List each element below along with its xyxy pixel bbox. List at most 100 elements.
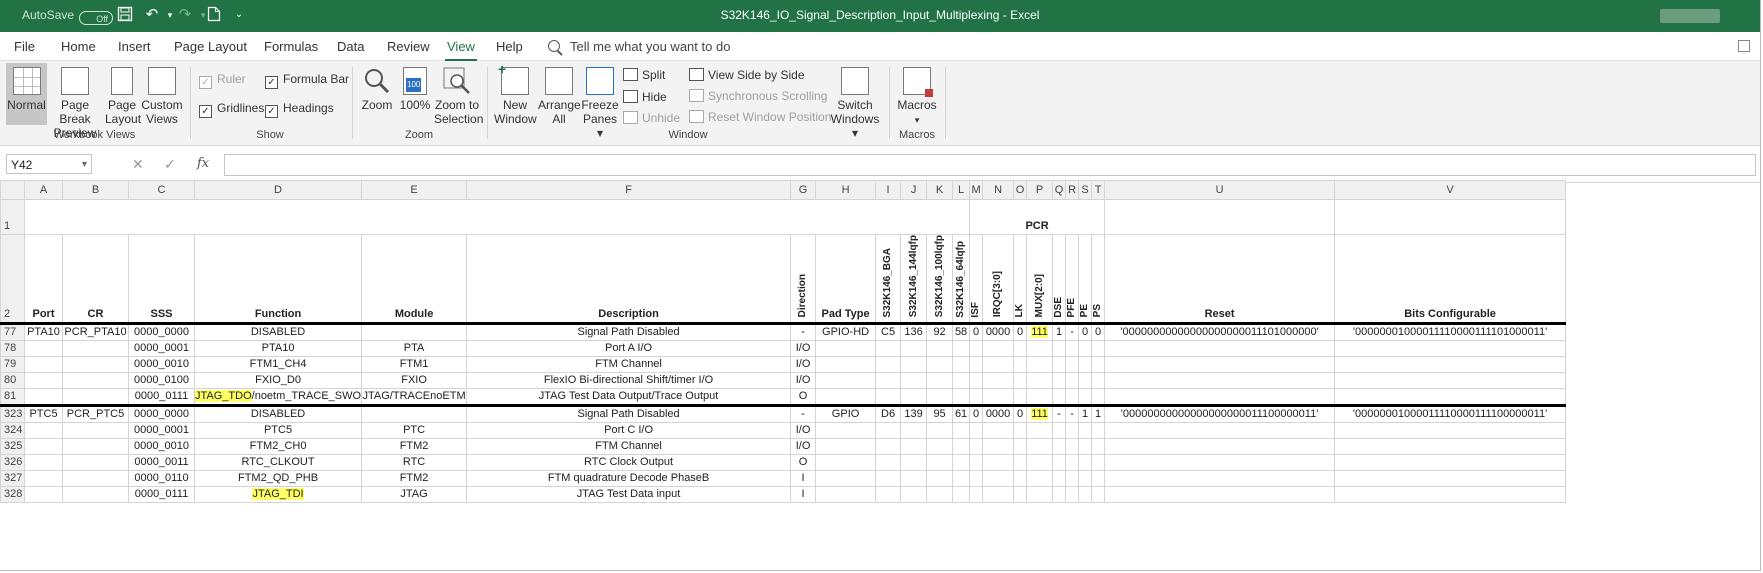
ps-cell[interactable] bbox=[1091, 438, 1106, 456]
column-header[interactable]: B bbox=[62, 180, 129, 200]
ps-cell[interactable]: 1 bbox=[1091, 405, 1106, 424]
pfe-cell[interactable] bbox=[1065, 454, 1080, 472]
header-isf[interactable]: ISF bbox=[969, 233, 984, 326]
sss-cell[interactable]: 0000_0001 bbox=[128, 422, 195, 440]
irqc-cell[interactable]: 0000 bbox=[982, 323, 1015, 342]
header-ps[interactable]: PS bbox=[1091, 233, 1106, 326]
zoom-100-button[interactable]: 100 100% bbox=[398, 63, 432, 112]
lqfp144-cell[interactable] bbox=[900, 438, 928, 456]
headings-checkbox[interactable]: ✓ Headings bbox=[265, 101, 334, 118]
ps-cell[interactable] bbox=[1091, 470, 1106, 488]
function-cell[interactable]: JTAG_TDO/noetm_TRACE_SWO bbox=[193, 388, 363, 408]
lqfp144-cell[interactable] bbox=[900, 470, 928, 488]
row-header[interactable]: 327 bbox=[0, 470, 25, 488]
port-cell[interactable]: PTC5 bbox=[24, 405, 63, 424]
pad-type-cell[interactable] bbox=[815, 438, 877, 456]
view-side-by-side-button[interactable]: View Side by Side bbox=[689, 68, 805, 82]
column-header[interactable]: C bbox=[128, 180, 195, 200]
column-header[interactable]: R bbox=[1065, 180, 1080, 200]
column-header[interactable]: Q bbox=[1052, 180, 1067, 200]
description-cell[interactable]: FTM quadrature Decode PhaseB bbox=[466, 470, 792, 488]
row-header[interactable]: 79 bbox=[0, 356, 25, 374]
header-100lqfp[interactable]: S32K146_100lqfp bbox=[926, 233, 954, 326]
formula-input[interactable] bbox=[224, 154, 1756, 176]
pe-cell[interactable] bbox=[1078, 438, 1093, 456]
isf-cell[interactable] bbox=[969, 486, 984, 504]
direction-cell[interactable]: - bbox=[790, 405, 817, 424]
ps-cell[interactable] bbox=[1091, 486, 1106, 504]
column-header[interactable]: M bbox=[969, 180, 984, 200]
pe-cell[interactable] bbox=[1078, 388, 1093, 408]
tab-help[interactable]: Help bbox=[496, 39, 523, 54]
bits-configurable-cell[interactable] bbox=[1334, 422, 1567, 440]
description-cell[interactable]: Port A I/O bbox=[466, 340, 792, 358]
irqc-cell[interactable] bbox=[982, 486, 1015, 504]
module-cell[interactable] bbox=[361, 323, 468, 342]
port-cell[interactable] bbox=[24, 422, 63, 440]
pfe-cell[interactable] bbox=[1065, 372, 1080, 390]
pad-type-cell[interactable] bbox=[815, 356, 877, 374]
pe-cell[interactable] bbox=[1078, 470, 1093, 488]
irqc-cell[interactable] bbox=[982, 356, 1015, 374]
formula-bar-checkbox[interactable]: ✓ Formula Bar bbox=[265, 72, 349, 89]
column-header[interactable]: J bbox=[900, 180, 928, 200]
lqfp144-cell[interactable]: 136 bbox=[900, 323, 928, 342]
pad-type-cell[interactable] bbox=[815, 470, 877, 488]
module-cell[interactable]: JTAG bbox=[361, 486, 468, 504]
ps-cell[interactable] bbox=[1091, 454, 1106, 472]
tab-review[interactable]: Review bbox=[387, 39, 430, 54]
reset-cell[interactable] bbox=[1104, 356, 1336, 374]
insert-function-icon[interactable]: fx bbox=[197, 156, 209, 171]
description-cell[interactable]: FTM Channel bbox=[466, 356, 792, 374]
page-layout-button[interactable]: Page Layout bbox=[105, 63, 141, 126]
header-direction[interactable]: Direction bbox=[790, 233, 817, 326]
lk-cell[interactable]: 0 bbox=[1013, 323, 1028, 342]
mux-cell[interactable]: 111 bbox=[1026, 323, 1054, 342]
cell[interactable] bbox=[1104, 199, 1336, 235]
ps-cell[interactable] bbox=[1091, 340, 1106, 358]
pad-type-cell[interactable] bbox=[815, 372, 877, 390]
dse-cell[interactable] bbox=[1052, 438, 1067, 456]
isf-cell[interactable] bbox=[969, 356, 984, 374]
module-cell[interactable]: FXIO bbox=[361, 372, 468, 390]
lqfp64-cell[interactable] bbox=[952, 388, 971, 408]
pe-cell[interactable] bbox=[1078, 372, 1093, 390]
lqfp100-cell[interactable]: 92 bbox=[926, 323, 954, 342]
reset-cell[interactable] bbox=[1104, 470, 1336, 488]
isf-cell[interactable] bbox=[969, 454, 984, 472]
description-cell[interactable]: FTM Channel bbox=[466, 438, 792, 456]
dse-cell[interactable] bbox=[1052, 470, 1067, 488]
module-cell[interactable]: RTC bbox=[361, 454, 468, 472]
column-header[interactable]: P bbox=[1026, 180, 1054, 200]
column-header[interactable]: U bbox=[1104, 180, 1336, 200]
function-cell[interactable]: FTM2_QD_PHB bbox=[193, 470, 363, 488]
reset-cell[interactable] bbox=[1104, 438, 1336, 456]
module-cell[interactable]: FTM2 bbox=[361, 438, 468, 456]
irqc-cell[interactable] bbox=[982, 438, 1015, 456]
mux-cell[interactable] bbox=[1026, 422, 1054, 440]
header-dse[interactable]: DSE bbox=[1052, 233, 1067, 326]
sss-cell[interactable]: 0000_0010 bbox=[128, 356, 195, 374]
lqfp100-cell[interactable] bbox=[926, 470, 954, 488]
gridlines-checkbox[interactable]: ✓ Gridlines bbox=[199, 101, 264, 118]
function-cell[interactable]: JTAG_TDI bbox=[193, 486, 363, 504]
new-window-button[interactable]: + New Window bbox=[494, 62, 537, 126]
irqc-cell[interactable]: 0000 bbox=[982, 405, 1015, 424]
cr-cell[interactable] bbox=[62, 470, 129, 488]
pfe-cell[interactable]: - bbox=[1065, 405, 1080, 424]
bga-cell[interactable] bbox=[875, 356, 902, 374]
pad-type-cell[interactable] bbox=[815, 388, 877, 408]
header-144lqfp[interactable]: S32K146_144lqfp bbox=[900, 233, 928, 326]
direction-cell[interactable]: O bbox=[790, 388, 817, 408]
reset-cell[interactable] bbox=[1104, 454, 1336, 472]
sss-cell[interactable]: 0000_0011 bbox=[128, 454, 195, 472]
bga-cell[interactable] bbox=[875, 470, 902, 488]
header-cr[interactable]: CR bbox=[62, 233, 129, 326]
normal-view-button[interactable]: Normal bbox=[6, 63, 47, 125]
column-header[interactable]: T bbox=[1091, 180, 1106, 200]
lqfp144-cell[interactable] bbox=[900, 388, 928, 408]
bits-configurable-cell[interactable] bbox=[1334, 454, 1567, 472]
bga-cell[interactable]: C5 bbox=[875, 323, 902, 342]
mux-cell[interactable] bbox=[1026, 486, 1054, 504]
mux-cell[interactable] bbox=[1026, 388, 1054, 408]
